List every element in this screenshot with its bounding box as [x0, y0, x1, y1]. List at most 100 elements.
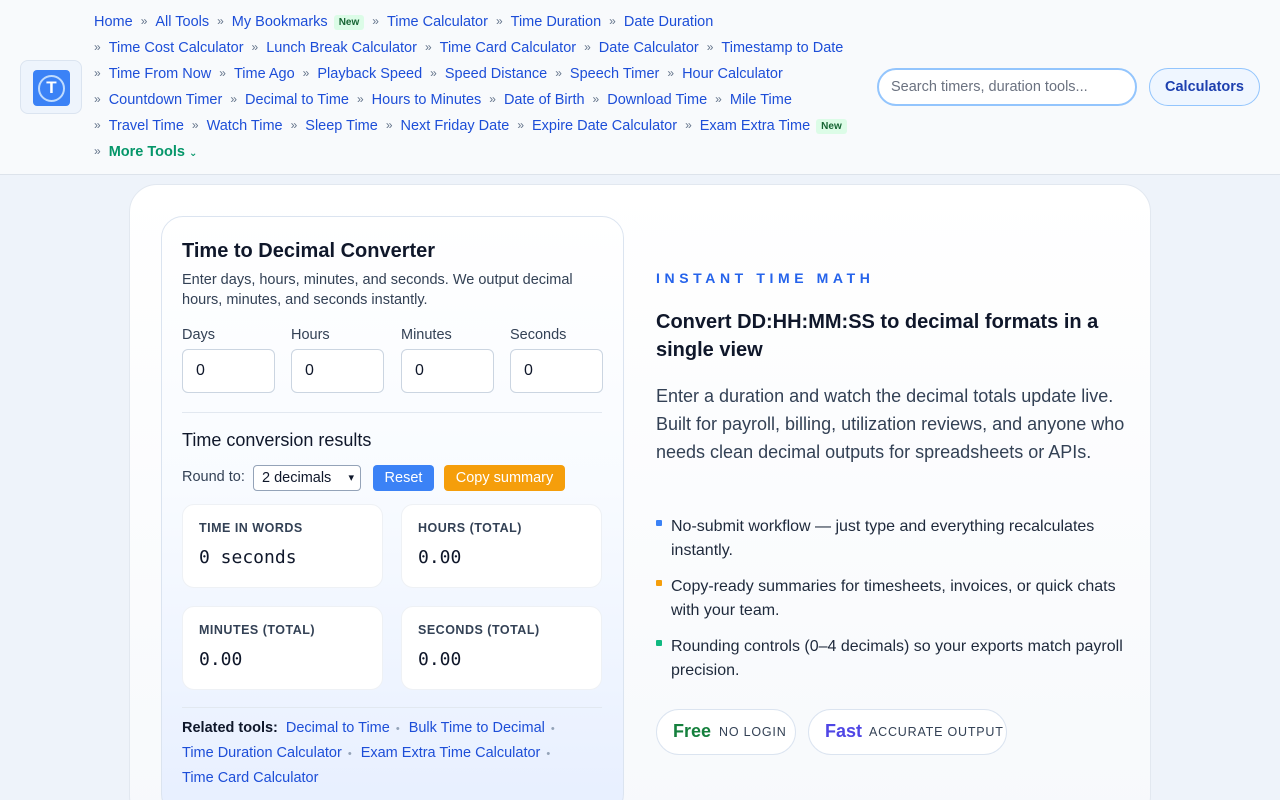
- nav-link[interactable]: Date Calculator: [599, 40, 699, 56]
- badge-subtitle: NO LOGIN: [719, 725, 787, 739]
- nav-link[interactable]: Home: [94, 14, 133, 30]
- seconds-label: Seconds: [510, 327, 567, 343]
- nav-link[interactable]: Next Friday Date: [401, 118, 510, 134]
- separator-icon: »: [94, 118, 101, 132]
- nav-row: Home » All Tools » My Bookmarks New » Time Calc…: [94, 10, 874, 36]
- related-link[interactable]: Bulk Time to Decimal: [409, 720, 545, 736]
- site-header: T Home » All Tools » My Bookmarks New » Time Ca…: [0, 0, 1280, 175]
- nav-link[interactable]: Date of Birth: [504, 92, 585, 108]
- badge-subtitle: ACCURATE OUTPUT: [869, 725, 1004, 739]
- free-badge: Free NO LOGIN: [656, 709, 796, 755]
- separator-icon: »: [430, 66, 437, 80]
- clock-t-logo-icon: T: [33, 70, 70, 106]
- separator-icon: »: [489, 92, 496, 106]
- round-label: Round to:: [182, 469, 245, 485]
- nav-link[interactable]: Decimal to Time: [245, 92, 349, 108]
- search-input[interactable]: [877, 68, 1137, 106]
- round-select[interactable]: 2 decimals ▾: [253, 465, 361, 491]
- minutes-input[interactable]: [401, 349, 494, 393]
- separator-icon: »: [251, 40, 259, 54]
- divider: [182, 707, 602, 708]
- nav-link[interactable]: Sleep Time: [305, 118, 378, 134]
- separator-icon: »: [372, 14, 379, 28]
- days-label: Days: [182, 327, 216, 343]
- separator-icon: »: [356, 92, 364, 106]
- separator-icon: »: [217, 14, 224, 28]
- badge-title: Free: [673, 721, 712, 741]
- nav-link[interactable]: Travel Time: [109, 118, 184, 134]
- related-link[interactable]: Time Card Calculator: [182, 770, 318, 786]
- nav-link[interactable]: Time Calculator: [387, 14, 488, 30]
- nav-link[interactable]: Hours to Minutes: [372, 92, 482, 108]
- nav-link[interactable]: My Bookmarks: [232, 14, 328, 30]
- nav-link[interactable]: Time Ago: [234, 66, 295, 82]
- result-label: SECONDS (TOTAL): [418, 623, 540, 637]
- chevron-down-icon: ⌄: [188, 148, 198, 159]
- badge-title: Fast: [825, 721, 863, 741]
- bullet-dot-icon: [656, 640, 662, 646]
- result-card-words: TIME IN WORDS 0 seconds: [182, 504, 383, 588]
- converter-description: Enter days, hours, minutes, and seconds.…: [182, 272, 573, 308]
- result-label: TIME IN WORDS: [199, 521, 303, 535]
- nav-link[interactable]: Lunch Break Calculator: [266, 40, 417, 56]
- nav-row: » Countdown Timer » Decimal to Time » Hours t…: [94, 88, 874, 114]
- seconds-input[interactable]: [510, 349, 603, 393]
- nav-link[interactable]: Mile Time: [730, 92, 792, 108]
- separator-icon: »: [706, 40, 714, 54]
- result-value: 0 seconds: [199, 547, 297, 568]
- nav-link[interactable]: Time Cost Calculator: [109, 40, 244, 56]
- more-tools-button[interactable]: More Tools ⌄: [109, 144, 198, 160]
- result-value: 0.00: [418, 649, 462, 670]
- result-card-hours: HOURS (TOTAL) 0.00: [401, 504, 602, 588]
- nav-link[interactable]: Watch Time: [207, 118, 283, 134]
- nav-link[interactable]: Countdown Timer: [109, 92, 223, 108]
- copy-summary-button[interactable]: Copy summary: [444, 465, 565, 491]
- nav-link[interactable]: Playback Speed: [317, 66, 422, 82]
- bullet-dot-icon: [656, 580, 662, 586]
- nav-link[interactable]: Speed Distance: [445, 66, 547, 82]
- nav-link[interactable]: Time Card Calculator: [440, 40, 576, 56]
- fast-badge: Fast ACCURATE OUTPUT: [808, 709, 1007, 755]
- nav-link[interactable]: Speech Timer: [570, 66, 659, 82]
- related-link[interactable]: Decimal to Time: [286, 720, 390, 736]
- new-badge: New: [816, 119, 847, 134]
- days-input[interactable]: [182, 349, 275, 393]
- minutes-label: Minutes: [401, 327, 452, 343]
- separator-icon: »: [140, 14, 148, 28]
- nav-link[interactable]: Exam Extra Time: [700, 118, 810, 134]
- nav-link[interactable]: Date Duration: [624, 14, 713, 30]
- feature-item: Rounding controls (0–4 decimals) so your…: [656, 635, 1126, 683]
- separator-icon: »: [94, 40, 101, 54]
- related-link[interactable]: Time Duration Calculator: [182, 745, 342, 761]
- nav-link[interactable]: Download Time: [607, 92, 707, 108]
- site-logo[interactable]: T: [20, 60, 82, 114]
- separator-icon: »: [609, 14, 616, 28]
- separator-icon: »: [715, 92, 722, 106]
- separator-icon: »: [385, 118, 393, 132]
- feature-text: Copy-ready summaries for timesheets, inv…: [671, 578, 1116, 619]
- nav-link[interactable]: Hour Calculator: [682, 66, 783, 82]
- feature-text: No-submit workflow — just type and every…: [671, 518, 1095, 559]
- more-tools-label: More Tools: [108, 144, 185, 160]
- reset-button[interactable]: Reset: [373, 465, 434, 491]
- nav-link[interactable]: Time Duration: [511, 14, 602, 30]
- related-tools-label: Related tools:: [182, 720, 278, 736]
- separator-icon: »: [302, 66, 310, 80]
- related-link[interactable]: Exam Extra Time Calculator: [361, 745, 541, 761]
- separator-icon: »: [495, 14, 503, 28]
- feature-item: Copy-ready summaries for timesheets, inv…: [656, 575, 1126, 623]
- hours-label: Hours: [291, 327, 330, 343]
- related-tools: Related tools: Decimal to Time • Bulk Time …: [182, 720, 555, 786]
- hours-input[interactable]: [291, 349, 384, 393]
- calculators-button[interactable]: Calculators: [1149, 68, 1260, 106]
- results-title: Time conversion results: [182, 430, 372, 450]
- separator-icon: »: [230, 92, 238, 106]
- nav-row: » Time Cost Calculator » Lunch Break Calcul…: [94, 36, 874, 62]
- nav-link[interactable]: Timestamp to Date: [721, 40, 843, 56]
- separator-icon: »: [592, 92, 600, 106]
- nav-link[interactable]: Time From Now: [109, 66, 212, 82]
- nav-link[interactable]: All Tools: [155, 14, 209, 30]
- feature-list: No-submit workflow — just type and every…: [656, 515, 1126, 695]
- converter-title: Time to Decimal Converter: [182, 240, 436, 262]
- nav-link[interactable]: Expire Date Calculator: [532, 118, 677, 134]
